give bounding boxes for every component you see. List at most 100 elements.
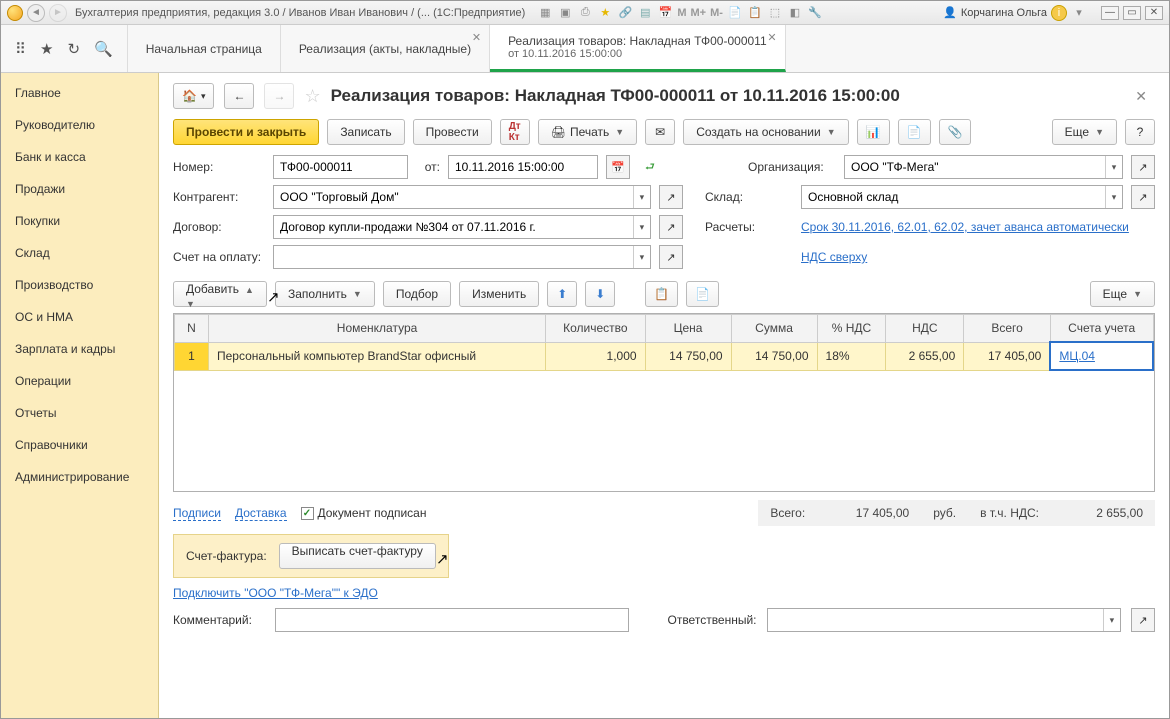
- table-header-cell[interactable]: N: [175, 315, 209, 343]
- wrench-icon[interactable]: 🔧: [807, 5, 823, 21]
- sidebar-item[interactable]: Администрирование: [1, 461, 158, 493]
- app-tab[interactable]: Начальная страница: [128, 25, 281, 72]
- sidebar-item[interactable]: Склад: [1, 237, 158, 269]
- org-open-button[interactable]: ↗: [1131, 155, 1155, 179]
- calendar-icon[interactable]: 📅: [657, 5, 673, 21]
- document-signed-checkbox[interactable]: ✓ Документ подписан: [301, 506, 427, 520]
- move-down-button[interactable]: ⬇: [585, 281, 615, 307]
- app-tab[interactable]: Реализация (акты, накладные)✕: [281, 25, 490, 72]
- create-based-on-button[interactable]: Создать на основании▼: [683, 119, 848, 145]
- toolbar-icon[interactable]: ▦: [537, 5, 553, 21]
- move-up-button[interactable]: ⬆: [547, 281, 577, 307]
- table-cell[interactable]: Персональный компьютер BrandStar офисный: [209, 342, 546, 370]
- table-header-cell[interactable]: Сумма: [731, 315, 817, 343]
- table-cell[interactable]: 2 655,00: [886, 342, 964, 370]
- post-button[interactable]: Провести: [413, 119, 492, 145]
- table-header-cell[interactable]: Количество: [546, 315, 645, 343]
- table-header-cell[interactable]: НДС: [886, 315, 964, 343]
- table-cell[interactable]: 1: [175, 342, 209, 370]
- responsible-open-button[interactable]: ↗: [1131, 608, 1155, 632]
- file-icon[interactable]: 📄: [898, 119, 931, 145]
- dt-kt-icon[interactable]: ДтКт: [500, 119, 530, 145]
- table-cell[interactable]: 14 750,00: [645, 342, 731, 370]
- post-and-close-button[interactable]: Провести и закрыть: [173, 119, 319, 145]
- vat-mode-link[interactable]: НДС сверху: [801, 250, 867, 264]
- sidebar-item[interactable]: Справочники: [1, 429, 158, 461]
- counterparty-open-button[interactable]: ↗: [659, 185, 683, 209]
- history-icon[interactable]: ↻: [67, 40, 80, 58]
- table-cell[interactable]: 1,000: [546, 342, 645, 370]
- connect-edo-link[interactable]: Подключить "ООО "ТФ-Мега"" к ЭДО: [173, 586, 378, 600]
- responsible-field[interactable]: ▾: [767, 608, 1121, 632]
- table-empty-area[interactable]: [174, 371, 1154, 491]
- home-button[interactable]: 🏠 ▾: [173, 83, 214, 109]
- table-header-cell[interactable]: Номенклатура: [209, 315, 546, 343]
- selection-button[interactable]: Подбор: [383, 281, 451, 307]
- close-tab-icon[interactable]: ✕: [767, 31, 776, 44]
- table-cell[interactable]: 14 750,00: [731, 342, 817, 370]
- minimize-button[interactable]: —: [1101, 6, 1119, 20]
- warehouse-open-button[interactable]: ↗: [1131, 185, 1155, 209]
- sidebar-item[interactable]: Продажи: [1, 173, 158, 205]
- contract-open-button[interactable]: ↗: [659, 215, 683, 239]
- toolbar-icon[interactable]: 📋: [747, 5, 763, 21]
- nav-fwd-button[interactable]: →: [264, 83, 294, 109]
- current-user[interactable]: 👤 Корчагина Ольга: [943, 6, 1047, 19]
- toolbar-icon[interactable]: ⎙: [577, 5, 593, 21]
- invoice-field[interactable]: ▾: [273, 245, 651, 269]
- sidebar-item[interactable]: Отчеты: [1, 397, 158, 429]
- table-more-button[interactable]: Еще▼: [1090, 281, 1155, 307]
- sidebar-item[interactable]: ОС и НМА: [1, 301, 158, 333]
- table-cell[interactable]: МЦ.04: [1050, 342, 1153, 370]
- table-header-cell[interactable]: Цена: [645, 315, 731, 343]
- date-field[interactable]: [448, 155, 598, 179]
- search-icon[interactable]: 🔍: [94, 40, 113, 58]
- sidebar-item[interactable]: Зарплата и кадры: [1, 333, 158, 365]
- org-field[interactable]: ▾: [844, 155, 1123, 179]
- apps-icon[interactable]: ⠿: [15, 40, 26, 58]
- nav-back-icon[interactable]: ◄: [27, 4, 45, 22]
- fill-button[interactable]: Заполнить▼: [275, 281, 375, 307]
- report-icon[interactable]: 📊: [857, 119, 890, 145]
- toolbar-icon[interactable]: 📄: [727, 5, 743, 21]
- email-icon[interactable]: ✉: [645, 119, 675, 145]
- invoice-open-button[interactable]: ↗: [659, 245, 683, 269]
- warehouse-field[interactable]: ▾: [801, 185, 1123, 209]
- sidebar-item[interactable]: Банк и касса: [1, 141, 158, 173]
- add-row-button[interactable]: Добавить▲▼: [173, 281, 267, 307]
- number-field[interactable]: [273, 155, 408, 179]
- table-cell[interactable]: 17 405,00: [964, 342, 1051, 370]
- toolbar-icon[interactable]: ◧: [787, 5, 803, 21]
- close-tab-icon[interactable]: ✕: [472, 31, 481, 44]
- sidebar-item[interactable]: Руководителю: [1, 109, 158, 141]
- mem-m[interactable]: М: [677, 7, 686, 19]
- nav-fwd-icon[interactable]: ►: [49, 4, 67, 22]
- paste-icon[interactable]: 📄: [686, 281, 719, 307]
- delivery-link[interactable]: Доставка: [235, 506, 287, 521]
- favorite-icon[interactable]: ★: [40, 40, 53, 58]
- nav-back-button[interactable]: ←: [224, 83, 254, 109]
- dropdown-icon[interactable]: ▾: [1071, 5, 1087, 21]
- sidebar-item[interactable]: Производство: [1, 269, 158, 301]
- attach-icon[interactable]: 📎: [939, 119, 972, 145]
- create-invoice-facture-button[interactable]: Выписать счет-фактуру: [279, 543, 436, 569]
- counterparty-field[interactable]: ▾: [273, 185, 651, 209]
- table-header-cell[interactable]: % НДС: [817, 315, 886, 343]
- contract-field[interactable]: ▾: [273, 215, 651, 239]
- sidebar-item[interactable]: Покупки: [1, 205, 158, 237]
- table-row[interactable]: 1Персональный компьютер BrandStar офисны…: [175, 342, 1154, 370]
- print-button[interactable]: 🖨Печать▼: [538, 119, 637, 145]
- mem-mminus[interactable]: М-: [710, 7, 723, 19]
- star-icon[interactable]: ★: [597, 5, 613, 21]
- signatures-link[interactable]: Подписи: [173, 506, 221, 521]
- close-document-button[interactable]: ✕: [1127, 84, 1155, 109]
- toolbar-icon[interactable]: ⬚: [767, 5, 783, 21]
- info-icon[interactable]: i: [1051, 5, 1067, 21]
- maximize-button[interactable]: ▭: [1123, 6, 1141, 20]
- help-button[interactable]: ?: [1125, 119, 1155, 145]
- app-tab[interactable]: Реализация товаров: Накладная ТФ00-00001…: [490, 25, 786, 72]
- write-button[interactable]: Записать: [327, 119, 404, 145]
- toolbar-icon[interactable]: ▣: [557, 5, 573, 21]
- link-icon[interactable]: 🔗: [617, 5, 633, 21]
- change-button[interactable]: Изменить: [459, 281, 539, 307]
